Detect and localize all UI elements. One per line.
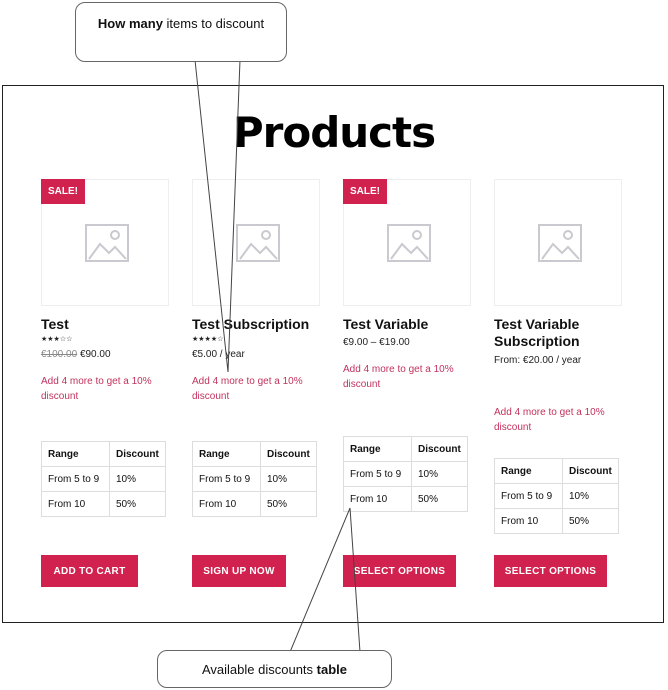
discount-cell: 50% xyxy=(411,486,468,512)
product-image[interactable] xyxy=(192,179,320,306)
table-header-row: Range Discount xyxy=(192,441,317,467)
price-current: €90.00 xyxy=(79,349,111,360)
table-row: From 10 50% xyxy=(494,508,619,534)
discount-table: Range Discount From 5 to 9 10% From 10 50% xyxy=(343,436,468,512)
header-discount: Discount xyxy=(260,441,317,467)
image-placeholder-icon xyxy=(85,224,129,262)
discount-promo-text: Add 4 more to get a 10% discount xyxy=(192,376,303,402)
header-discount: Discount xyxy=(562,458,619,484)
bottom-callout-bold: table xyxy=(316,662,347,677)
product-name[interactable]: Test Variable Subscription xyxy=(494,316,619,350)
star-rating: ★★★★☆ xyxy=(192,335,223,343)
bottom-callout-text: Available discounts xyxy=(201,662,317,677)
product-name[interactable]: Test Variable xyxy=(343,316,428,333)
product-price: €100.00 €90.00 xyxy=(41,349,111,360)
table-row: From 5 to 9 10% xyxy=(192,466,317,492)
discount-cell: 10% xyxy=(260,466,317,492)
star-rating: ★★★☆☆ xyxy=(41,335,72,343)
table-header-row: Range Discount xyxy=(41,441,166,467)
product-card-test-variable-subscription: Test Variable Subscription From: €20.00 … xyxy=(494,179,624,589)
header-range: Range xyxy=(343,436,412,462)
image-placeholder-icon xyxy=(538,224,582,262)
header-discount: Discount xyxy=(411,436,468,462)
discount-promo-text: Add 4 more to get a 10% discount xyxy=(494,407,605,433)
product-price: €9.00 – €19.00 xyxy=(343,337,410,348)
top-callout-bold: How many xyxy=(97,16,163,31)
sale-badge: SALE! xyxy=(41,179,85,204)
table-header-row: Range Discount xyxy=(494,458,619,484)
bottom-callout: Available discounts table xyxy=(157,650,392,688)
range-cell: From 5 to 9 xyxy=(192,466,261,492)
range-cell: From 10 xyxy=(41,491,110,517)
product-name[interactable]: Test xyxy=(41,316,69,333)
header-range: Range xyxy=(494,458,563,484)
discount-cell: 50% xyxy=(260,491,317,517)
product-image[interactable] xyxy=(494,179,622,306)
table-row: From 5 to 9 10% xyxy=(494,483,619,509)
star-icon: ★★★★☆ xyxy=(192,336,224,343)
select-options-button[interactable]: SELECT OPTIONS xyxy=(343,555,456,587)
table-row: From 10 50% xyxy=(41,491,166,517)
top-callout: How many items to discount xyxy=(75,2,287,62)
header-discount: Discount xyxy=(109,441,166,467)
range-cell: From 10 xyxy=(192,491,261,517)
page-title: Products xyxy=(232,108,436,157)
select-options-button[interactable]: SELECT OPTIONS xyxy=(494,555,607,587)
table-header-row: Range Discount xyxy=(343,436,468,462)
header-range: Range xyxy=(192,441,261,467)
image-placeholder-icon xyxy=(387,224,431,262)
table-row: From 5 to 9 10% xyxy=(41,466,166,492)
product-price: €5.00 / year xyxy=(192,349,245,360)
price-old: €100.00 xyxy=(41,349,78,360)
table-row: From 10 50% xyxy=(343,486,468,512)
range-cell: From 10 xyxy=(494,508,563,534)
discount-promo-text: Add 4 more to get a 10% discount xyxy=(41,376,152,402)
range-cell: From 5 to 9 xyxy=(494,483,563,509)
image-placeholder-icon xyxy=(236,224,280,262)
header-range: Range xyxy=(41,441,110,467)
star-icon: ★★★☆☆ xyxy=(41,336,73,343)
discount-cell: 10% xyxy=(411,461,468,487)
product-card-test-variable: SALE! Test Variable €9.00 – €19.00 Add 4… xyxy=(343,179,473,589)
discount-table: Range Discount From 5 to 9 10% From 10 50% xyxy=(41,441,166,517)
top-callout-text: items to discount xyxy=(162,16,265,31)
discount-cell: 50% xyxy=(562,508,619,534)
discount-cell: 10% xyxy=(562,483,619,509)
table-row: From 10 50% xyxy=(192,491,317,517)
discount-table: Range Discount From 5 to 9 10% From 10 50% xyxy=(494,458,619,534)
discount-cell: 10% xyxy=(109,466,166,492)
discount-table: Range Discount From 5 to 9 10% From 10 50% xyxy=(192,441,317,517)
range-cell: From 5 to 9 xyxy=(343,461,412,487)
range-cell: From 10 xyxy=(343,486,412,512)
discount-cell: 50% xyxy=(109,491,166,517)
product-card-test: SALE! Test ★★★☆☆ €100.00 €90.00 Add 4 mo… xyxy=(41,179,171,589)
product-price: From: €20.00 / year xyxy=(494,355,582,366)
discount-promo-text: Add 4 more to get a 10% discount xyxy=(343,364,454,390)
table-row: From 5 to 9 10% xyxy=(343,461,468,487)
add-to-cart-button[interactable]: ADD TO CART xyxy=(41,555,138,587)
sale-badge: SALE! xyxy=(343,179,387,204)
product-name[interactable]: Test Subscription xyxy=(192,316,332,333)
range-cell: From 5 to 9 xyxy=(41,466,110,492)
sign-up-now-button[interactable]: SIGN UP NOW xyxy=(192,555,286,587)
product-card-test-subscription: Test Subscription ★★★★☆ €5.00 / year Add… xyxy=(192,179,322,589)
